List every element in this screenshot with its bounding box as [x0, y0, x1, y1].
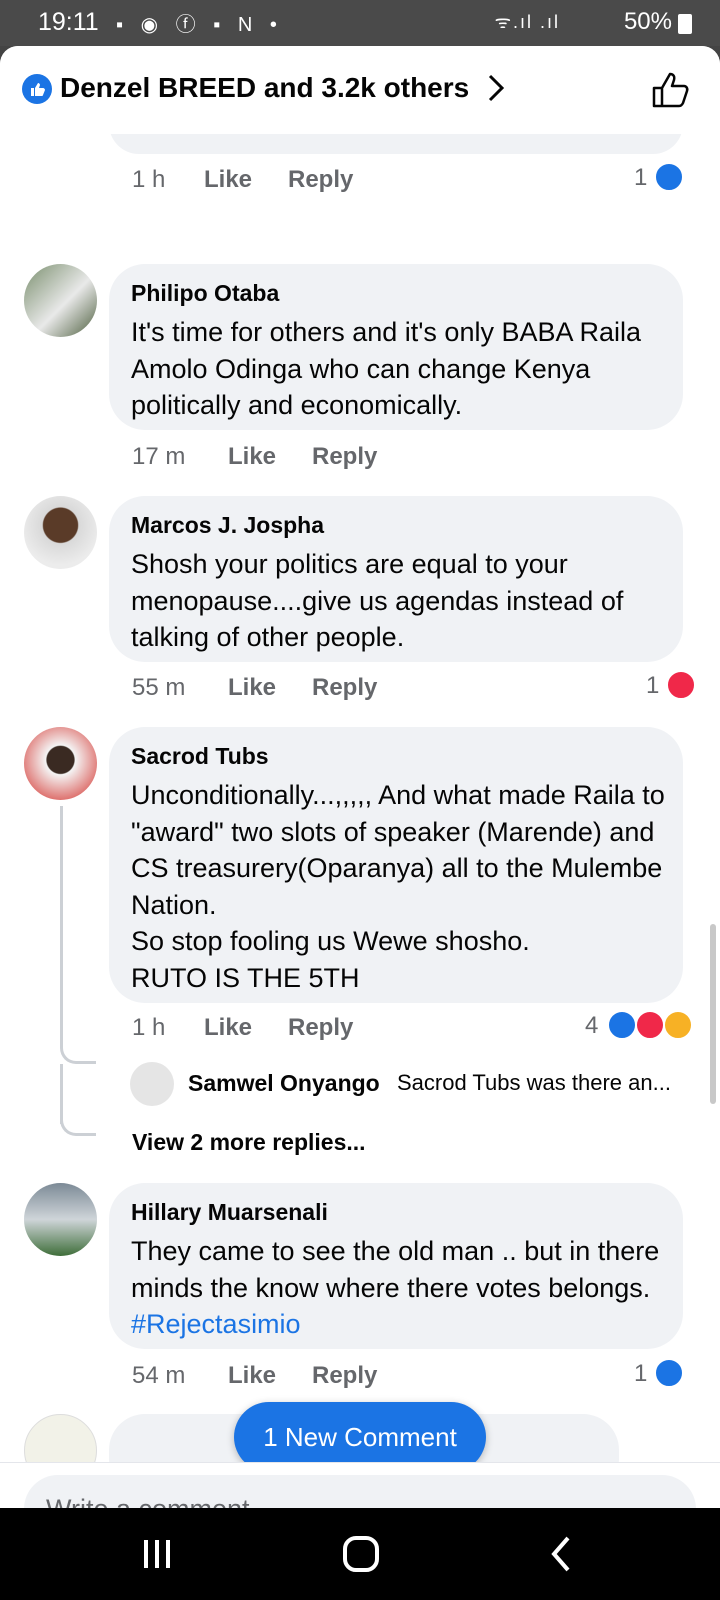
like-link[interactable]: Like	[228, 443, 276, 471]
avatar[interactable]	[24, 1414, 97, 1462]
thread-connector	[60, 1046, 96, 1064]
like-reaction-icon	[607, 1010, 637, 1040]
scrollbar[interactable]	[710, 924, 716, 1104]
reaction-summary[interactable]: 1	[646, 670, 696, 700]
reply-text: Sacrod Tubs was there an...	[397, 1070, 671, 1095]
view-more-replies[interactable]: View 2 more replies...	[132, 1129, 366, 1156]
reply-link[interactable]: Reply	[312, 1362, 377, 1390]
thread-line	[60, 806, 63, 1046]
reply-author[interactable]: Samwel Onyango	[188, 1070, 380, 1097]
status-bar: 19:11 ▪ ◉ ⓕ ▪ N • ᯤ.ıl .ıl 50%	[0, 0, 720, 46]
reaction-summary[interactable]: 4	[585, 1010, 693, 1040]
thread-line	[60, 1064, 63, 1124]
reaction-count: 4	[585, 1012, 599, 1039]
like-reaction-icon	[654, 162, 684, 192]
home-icon[interactable]	[336, 1530, 386, 1578]
comment-bubble[interactable]: Marcos J. Jospha Shosh your politics are…	[109, 496, 683, 662]
notification-icons: ▪ ◉ ⓕ ▪ N •	[116, 14, 283, 36]
reply-link[interactable]: Reply	[288, 166, 353, 194]
comment-text: Unconditionally...,,,,, And what made Ra…	[131, 780, 665, 993]
chevron-right-icon[interactable]	[485, 72, 507, 104]
comment-bubble[interactable]	[109, 134, 683, 154]
comment-time: 1 h	[132, 166, 166, 193]
avatar[interactable]	[24, 264, 97, 337]
signal-icon: ᯤ.ıl .ıl	[494, 12, 560, 32]
comment-text: They came to see the old man .. but in t…	[131, 1233, 691, 1343]
avatar[interactable]	[24, 727, 97, 800]
comment-author[interactable]: Philipo Otaba	[131, 280, 279, 307]
comment-text-body: They came to see the old man .. but in t…	[131, 1236, 660, 1303]
back-icon[interactable]	[538, 1530, 588, 1578]
avatar[interactable]	[130, 1062, 174, 1106]
comment-author[interactable]: Sacrod Tubs	[131, 743, 269, 770]
like-reaction-icon	[654, 1358, 684, 1388]
like-link[interactable]: Like	[204, 166, 252, 194]
comments-sheet: Denzel BREED and 3.2k others 1 h Like Re…	[0, 46, 720, 1508]
reactions-summary[interactable]: Denzel BREED and 3.2k others	[60, 72, 469, 104]
reply-link[interactable]: Reply	[288, 1014, 353, 1042]
reaction-count: 1	[634, 1360, 648, 1387]
like-reaction-icon	[22, 74, 52, 104]
reply-preview[interactable]: Samwel Onyango Sacrod Tubs was there an.…	[130, 1062, 710, 1106]
reply-link[interactable]: Reply	[312, 443, 377, 471]
like-button-icon[interactable]	[648, 68, 692, 112]
reply-link[interactable]: Reply	[312, 674, 377, 702]
comment-time: 54 m	[132, 1362, 186, 1389]
comment-text: It's time for others and it's only BABA …	[131, 317, 642, 420]
battery-percent: 50%	[623, 8, 672, 35]
love-reaction-icon	[666, 670, 696, 700]
reaction-summary[interactable]: 1	[634, 1358, 684, 1388]
comment-author[interactable]: Marcos J. Jospha	[131, 512, 324, 539]
comment-input[interactable]	[24, 1475, 696, 1508]
comment-composer	[0, 1462, 720, 1508]
battery-icon	[678, 14, 692, 34]
comment-time: 17 m	[132, 443, 186, 470]
like-link[interactable]: Like	[204, 1014, 252, 1042]
new-comment-button[interactable]: 1 New Comment	[234, 1402, 486, 1462]
comment-text: Shosh your politics are equal to your me…	[131, 549, 624, 652]
recent-apps-icon[interactable]	[132, 1530, 182, 1578]
comment-time: 1 h	[132, 1014, 166, 1041]
like-link[interactable]: Like	[228, 674, 276, 702]
comment-bubble[interactable]: Hillary Muarsenali They came to see the …	[109, 1183, 683, 1349]
thread-connector	[60, 1118, 96, 1136]
comments-list: 1 h Like Reply 1 Philipo Otaba It's time…	[0, 134, 720, 1462]
reaction-count: 1	[646, 672, 660, 699]
reaction-count: 1	[634, 164, 648, 191]
reaction-summary[interactable]: 1	[634, 162, 684, 192]
status-time: 19:11	[38, 8, 99, 36]
comment-bubble[interactable]: Philipo Otaba It's time for others and i…	[109, 264, 683, 430]
love-reaction-icon	[635, 1010, 665, 1040]
like-link[interactable]: Like	[228, 1362, 276, 1390]
reactions-header[interactable]: Denzel BREED and 3.2k others	[0, 46, 720, 134]
comment-bubble[interactable]: Sacrod Tubs Unconditionally...,,,,, And …	[109, 727, 683, 1003]
hashtag-link[interactable]: #Rejectasimio	[131, 1309, 301, 1339]
avatar[interactable]	[24, 496, 97, 569]
comment-time: 55 m	[132, 674, 186, 701]
avatar[interactable]	[24, 1183, 97, 1256]
system-nav-bar	[0, 1508, 720, 1600]
haha-reaction-icon	[663, 1010, 693, 1040]
comment-author[interactable]: Hillary Muarsenali	[131, 1199, 328, 1226]
